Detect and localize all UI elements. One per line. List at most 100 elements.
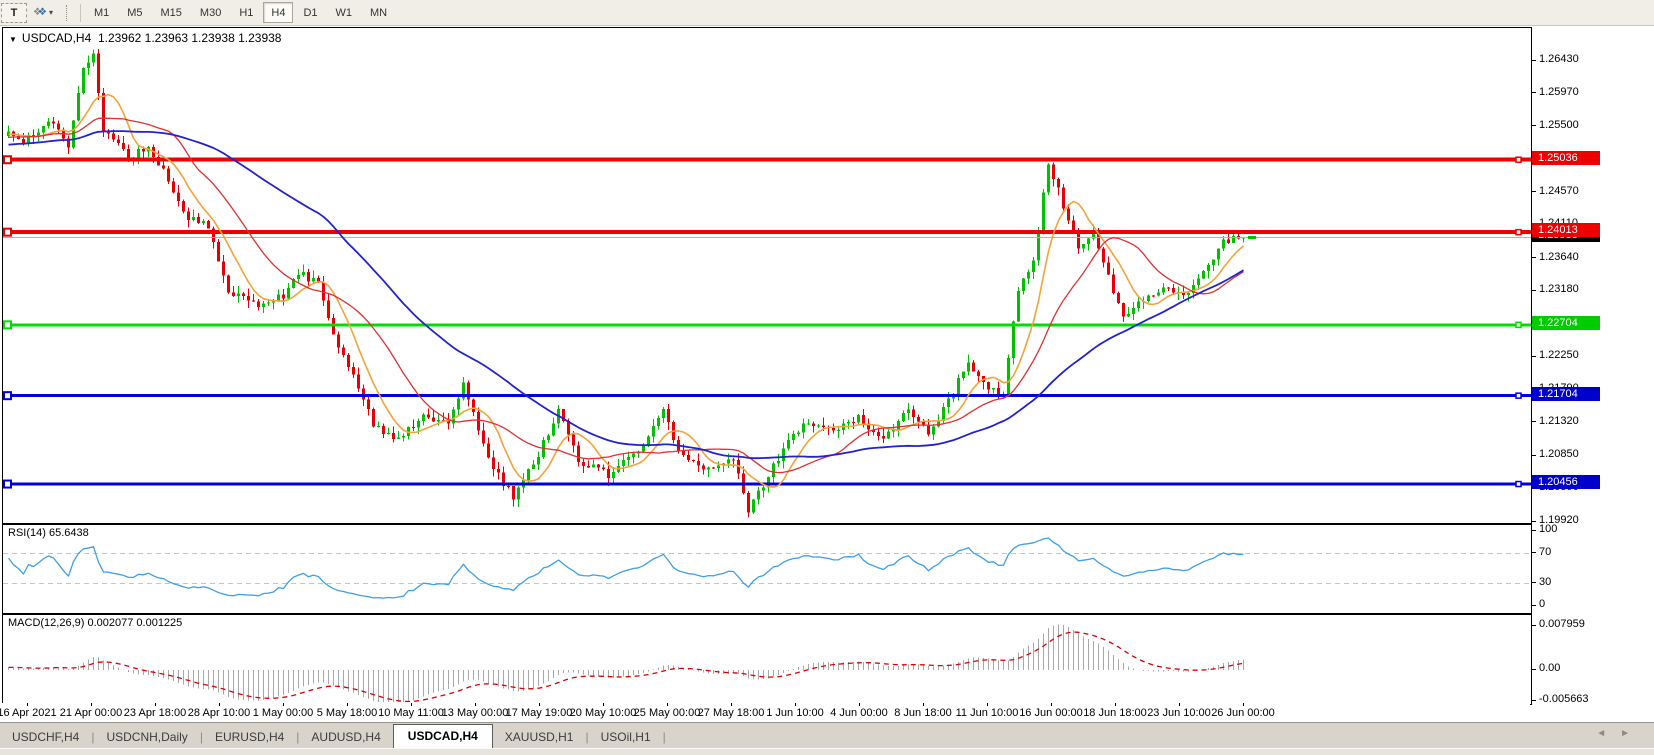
tab-eurusd-h4[interactable]: EURUSD,H4 bbox=[203, 726, 296, 749]
time-tick bbox=[603, 703, 604, 706]
time-tick-label: 1 May 00:00 bbox=[253, 707, 314, 719]
price-tick bbox=[1532, 455, 1536, 456]
timeframe-button-m1[interactable]: M1 bbox=[86, 2, 117, 23]
tab-scroll-arrows[interactable]: ◄► bbox=[1596, 728, 1644, 739]
tab-usdcad-h4[interactable]: USDCAD,H4 bbox=[393, 724, 493, 749]
time-tick-label: 28 Apr 10:00 bbox=[188, 707, 250, 719]
time-tick bbox=[859, 703, 860, 706]
time-tick-label: 16 Apr 2021 bbox=[0, 707, 57, 719]
timeframe-button-m5[interactable]: M5 bbox=[119, 2, 150, 23]
price-tick-label: 1.25500 bbox=[1539, 119, 1579, 131]
tab-audusd-h4[interactable]: AUDUSD,H4 bbox=[299, 726, 392, 749]
objects-icon-overlay: ❖ bbox=[38, 7, 47, 18]
macd-tick bbox=[1532, 669, 1536, 670]
macd-label: MACD(12,26,9) 0.002077 0.001225 bbox=[8, 617, 182, 629]
time-tick-label: 8 Jun 18:00 bbox=[894, 707, 952, 719]
symbol-dropdown-icon[interactable]: ▼ bbox=[9, 35, 17, 44]
status-bar bbox=[0, 748, 1654, 755]
macd-tick-label: -0.005663 bbox=[1539, 693, 1589, 705]
price-tick bbox=[1532, 257, 1536, 258]
time-axis[interactable]: 16 Apr 202121 Apr 00:0023 Apr 18:0028 Ap… bbox=[2, 703, 1530, 722]
time-tick-label: 26 Jun 00:00 bbox=[1211, 707, 1275, 719]
timeframe-button-m15[interactable]: M15 bbox=[153, 2, 190, 23]
price-tick bbox=[1532, 290, 1536, 291]
main-chart-pane[interactable]: ▼ USDCAD,H4 1.23962 1.23963 1.23938 1.239… bbox=[2, 27, 1532, 524]
price-tag: 1.24013 bbox=[1532, 223, 1600, 237]
objects-dropdown-button[interactable]: ❖ ❖ ▾ bbox=[29, 3, 57, 23]
text-tool-button[interactable]: T bbox=[1, 3, 27, 23]
time-tick bbox=[1179, 703, 1180, 706]
price-tick-label: 1.24570 bbox=[1539, 185, 1579, 197]
time-tick bbox=[219, 703, 220, 706]
time-tick-label: 4 Jun 00:00 bbox=[830, 707, 888, 719]
toolbar-grip bbox=[66, 5, 72, 21]
time-tick-label: 10 May 11:00 bbox=[378, 707, 444, 719]
macd-tick-label: 0.007959 bbox=[1539, 618, 1585, 630]
price-tick-label: 1.22250 bbox=[1539, 349, 1579, 361]
price-tick bbox=[1532, 356, 1536, 357]
time-tick bbox=[731, 703, 732, 706]
time-tick bbox=[1115, 703, 1116, 706]
rsi-tick bbox=[1532, 605, 1536, 606]
price-tick-label: 1.23640 bbox=[1539, 251, 1579, 263]
rsi-tick-label: 30 bbox=[1539, 576, 1551, 588]
rsi-tick-label: 70 bbox=[1539, 546, 1551, 558]
timeframe-button-mn[interactable]: MN bbox=[362, 2, 395, 23]
time-tick bbox=[91, 703, 92, 706]
time-tick-label: 13 May 00:00 bbox=[442, 707, 509, 719]
time-tick bbox=[1051, 703, 1052, 706]
tab-scroll-right-icon[interactable]: ► bbox=[1620, 728, 1644, 739]
tab-usoil-h1[interactable]: USOil,H1 bbox=[589, 726, 663, 749]
time-tick bbox=[411, 703, 412, 706]
time-tick-label: 20 May 10:00 bbox=[570, 707, 637, 719]
time-tick bbox=[283, 703, 284, 706]
time-tick bbox=[155, 703, 156, 706]
rsi-tick bbox=[1532, 552, 1536, 553]
price-tag: 1.20456 bbox=[1532, 475, 1600, 489]
time-tick-label: 11 Jun 10:00 bbox=[956, 707, 1019, 719]
tab-usdcnh-daily[interactable]: USDCNH,Daily bbox=[94, 726, 199, 749]
timeframe-button-m30[interactable]: M30 bbox=[192, 2, 229, 23]
time-tick-label: 16 Jun 00:00 bbox=[1019, 707, 1083, 719]
time-tick bbox=[795, 703, 796, 706]
toolbar: T ❖ ❖ ▾ M1M5M15M30H1H4D1W1MN bbox=[0, 0, 1654, 26]
time-tick-label: 23 Apr 18:00 bbox=[124, 707, 186, 719]
mt4-window: T ❖ ❖ ▾ M1M5M15M30H1H4D1W1MN ▼ USDCAD,H4 … bbox=[0, 0, 1654, 755]
price-tick bbox=[1532, 125, 1536, 126]
rsi-tick bbox=[1532, 530, 1536, 531]
chart-title: ▼ USDCAD,H4 1.23962 1.23963 1.23938 1.239… bbox=[9, 31, 281, 45]
time-tick bbox=[539, 703, 540, 706]
timeframe-button-h1[interactable]: H1 bbox=[231, 2, 261, 23]
price-tick-label: 1.25970 bbox=[1539, 86, 1579, 98]
symbol-timeframe-label: USDCAD,H4 bbox=[22, 31, 91, 45]
price-tick-label: 1.26430 bbox=[1539, 53, 1579, 65]
macd-pane[interactable]: MACD(12,26,9) 0.002077 0.001225 bbox=[2, 614, 1532, 705]
time-tick-label: 1 Jun 10:00 bbox=[766, 707, 824, 719]
tab-scroll-left-icon[interactable]: ◄ bbox=[1596, 728, 1620, 739]
time-tick-label: 17 May 19:00 bbox=[506, 707, 573, 719]
ohlc-readout: 1.23962 1.23963 1.23938 1.23938 bbox=[98, 31, 282, 45]
time-tick-label: 25 May 00:00 bbox=[634, 707, 701, 719]
price-tick-label: 1.23180 bbox=[1539, 283, 1579, 295]
time-tick-label: 27 May 18:00 bbox=[698, 707, 765, 719]
tab-usdchf-h4[interactable]: USDCHF,H4 bbox=[0, 726, 91, 749]
time-tick-label: 18 Jun 18:00 bbox=[1083, 707, 1147, 719]
tab-xauusd-h1[interactable]: XAUUSD,H1 bbox=[493, 726, 586, 749]
tab-separator: | bbox=[663, 726, 666, 749]
rsi-tick-label: 0 bbox=[1539, 598, 1545, 610]
price-tick bbox=[1532, 521, 1536, 522]
rsi-pane[interactable]: RSI(14) 65.6438 bbox=[2, 524, 1532, 614]
timeframe-button-h4[interactable]: H4 bbox=[263, 2, 293, 23]
price-tag: 1.22704 bbox=[1532, 316, 1600, 330]
time-tick bbox=[923, 703, 924, 706]
rsi-label: RSI(14) 65.6438 bbox=[8, 527, 89, 539]
chart-tab-bar: USDCHF,H4|USDCNH,Daily|EURUSD,H4|AUDUSD,… bbox=[0, 722, 1654, 749]
price-tick bbox=[1532, 421, 1536, 422]
time-tick-label: 21 Apr 00:00 bbox=[60, 707, 122, 719]
timeframe-button-d1[interactable]: D1 bbox=[295, 2, 325, 23]
time-tick-label: 23 Jun 10:00 bbox=[1147, 707, 1211, 719]
macd-tick bbox=[1532, 700, 1536, 701]
timeframe-button-w1[interactable]: W1 bbox=[328, 2, 361, 23]
time-tick-label: 5 May 18:00 bbox=[317, 707, 378, 719]
price-tick bbox=[1532, 191, 1536, 192]
